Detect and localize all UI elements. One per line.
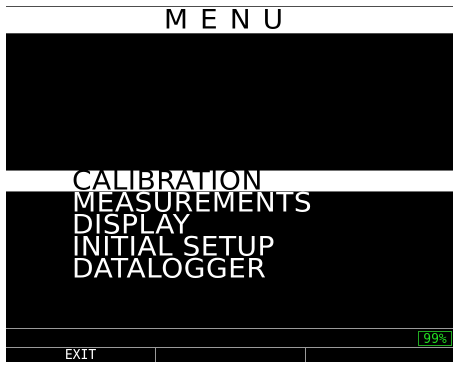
main-menu: CALIBRATION MEASUREMENTS DISPLAY INITIAL… bbox=[6, 167, 453, 282]
softkey-right[interactable] bbox=[306, 348, 453, 362]
softkey-exit[interactable]: EXIT bbox=[6, 348, 156, 362]
battery-indicator: 99% bbox=[418, 331, 452, 347]
status-divider bbox=[6, 328, 453, 329]
menu-item-datalogger[interactable]: DATALOGGER bbox=[6, 255, 453, 282]
softkey-bar: EXIT bbox=[6, 347, 453, 362]
softkey-middle[interactable] bbox=[156, 348, 306, 362]
device-screen: MENU CALIBRATION MEASUREMENTS DISPLAY IN… bbox=[6, 6, 453, 362]
menu-title: MENU bbox=[6, 6, 453, 34]
